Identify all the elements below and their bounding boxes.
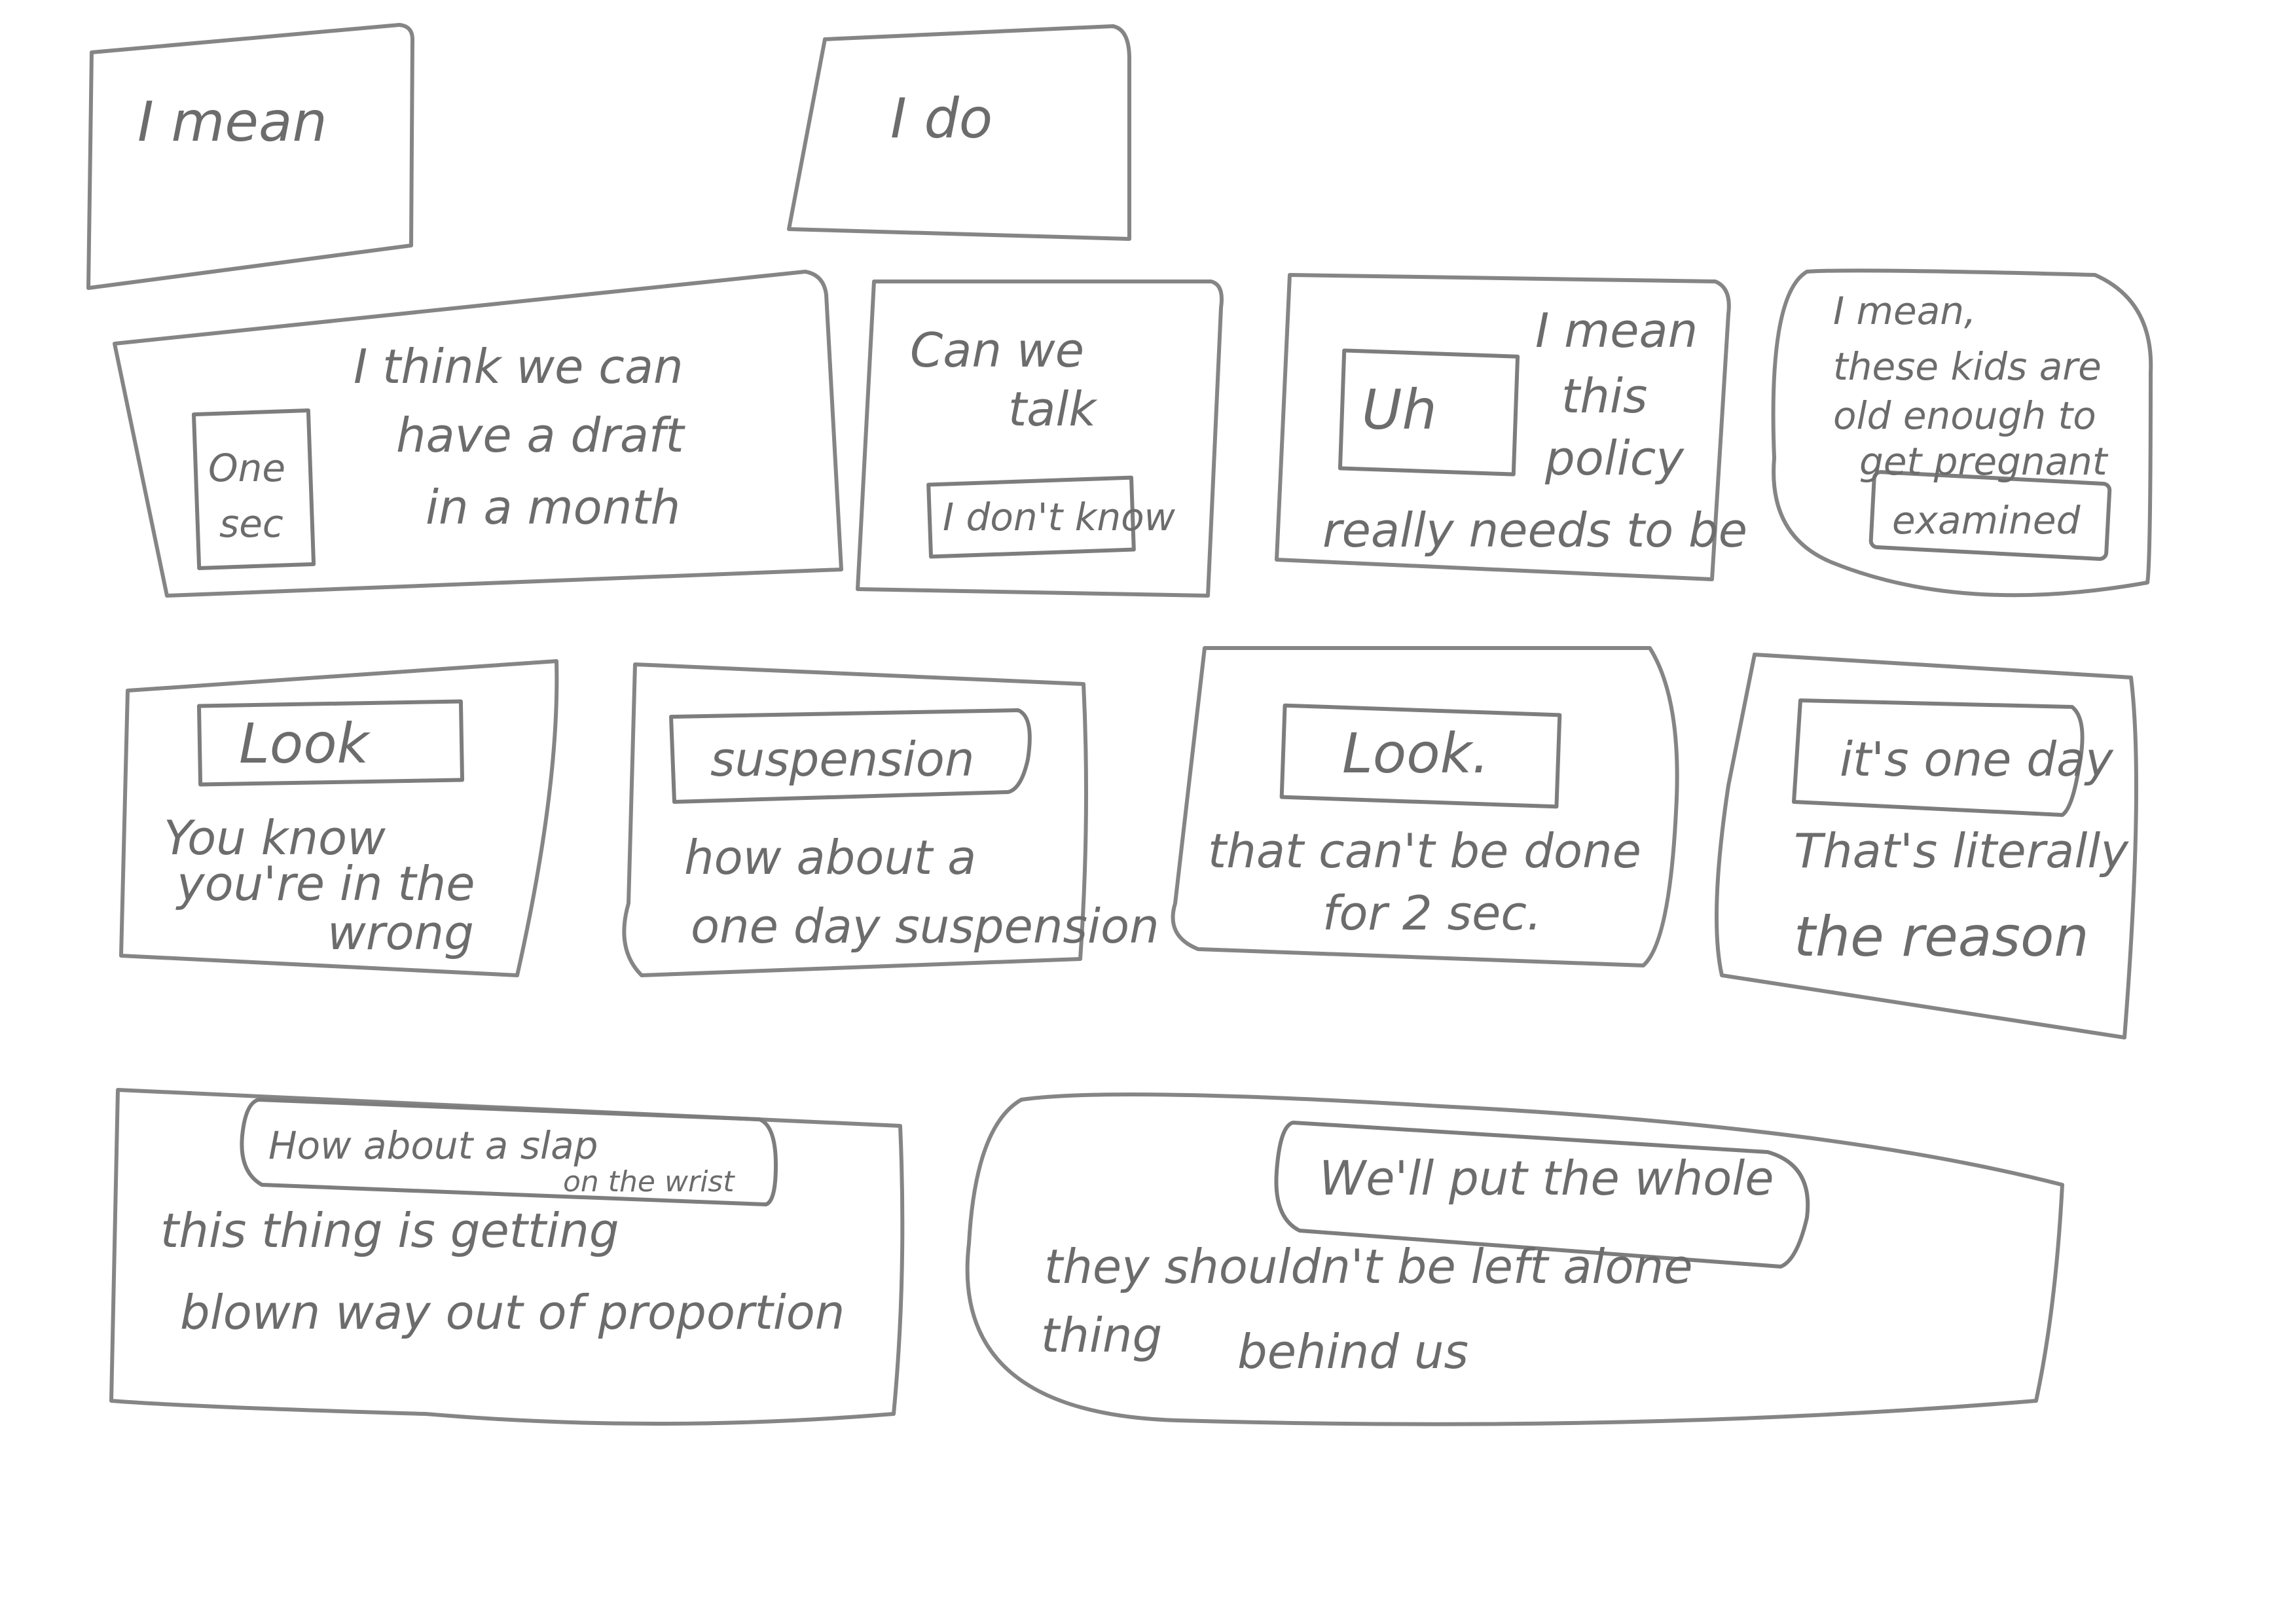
panel-11-line-2: blown way out of proportion bbox=[180, 1285, 845, 1340]
panel-6-line-2: these kids are bbox=[1833, 344, 2102, 389]
panel-11-inset-1: How about a slap bbox=[268, 1123, 598, 1168]
panel-1-line-1: I mean bbox=[137, 90, 327, 154]
panel-4-line-1: Can we bbox=[910, 323, 1084, 378]
panel-2-line-1: I do bbox=[890, 86, 993, 151]
panel-7-line-2: you're in the bbox=[175, 856, 475, 911]
panel-7-inset-1: Look bbox=[239, 712, 371, 776]
panel-5-line-4: really needs to be bbox=[1322, 503, 1747, 558]
panel-12-line-3: behind us bbox=[1237, 1324, 1468, 1379]
panel-9-line-2: for 2 sec. bbox=[1322, 886, 1542, 941]
panel-6: examined I mean, these kids are old enou… bbox=[1771, 268, 2153, 598]
panel-9-inset-1: Look. bbox=[1342, 721, 1489, 785]
panel-6-line-1: I mean, bbox=[1833, 289, 1976, 333]
panel-11-inset-2: on the wrist bbox=[563, 1165, 735, 1199]
panel-12-line-2: thing bbox=[1041, 1308, 1162, 1363]
panel-5-line-1: I mean bbox=[1535, 303, 1698, 358]
panel-3-inset-1: One bbox=[208, 446, 285, 490]
panel-9-line-1: that can't be done bbox=[1208, 823, 1641, 878]
storyboard-sketch: I mean I do One sec I think we can have … bbox=[86, 23, 2153, 1426]
panel-11-line-1: this thing is getting bbox=[160, 1203, 619, 1258]
panel-7-line-3: wrong bbox=[327, 905, 474, 960]
panel-3-line-1: I think we can bbox=[354, 339, 683, 394]
panel-10-line-2: the reason bbox=[1794, 905, 2089, 969]
panel-3: One sec I think we can have a draft in a… bbox=[113, 270, 843, 598]
panel-5: Uh I mean this policy really needs to be bbox=[1275, 273, 1747, 581]
panel-5-line-2: this bbox=[1561, 369, 1647, 424]
panel-11: How about a slap on the wrist this thing… bbox=[109, 1088, 905, 1426]
panel-8: suspension how about a one day suspensio… bbox=[622, 662, 1159, 977]
panel-4-line-2: talk bbox=[1008, 382, 1098, 437]
panel-1: I mean bbox=[86, 23, 414, 290]
panel-8-line-1: how about a bbox=[684, 830, 976, 885]
panel-2: I do bbox=[787, 24, 1131, 241]
panel-3-line-3: in a month bbox=[426, 480, 680, 535]
panel-10: it's one day That's literally the reason bbox=[1715, 653, 2138, 1039]
panel-5-inset-1: Uh bbox=[1362, 378, 1437, 442]
panel-8-line-2: one day suspension bbox=[691, 899, 1159, 954]
panel-12-line-1: they shouldn't be left alone bbox=[1044, 1239, 1693, 1294]
panel-8-inset-1: suspension bbox=[710, 732, 975, 787]
panel-4: I don't know Can we talk bbox=[856, 280, 1224, 598]
panel-5-line-3: policy bbox=[1544, 431, 1685, 486]
panel-7: Look You know you're in the wrong bbox=[119, 659, 559, 977]
panel-6-line-4: get pregnant bbox=[1859, 439, 2109, 484]
panel-12-inset-1: We'll put the whole bbox=[1319, 1151, 1774, 1206]
panel-9: Look. that can't be done for 2 sec. bbox=[1171, 646, 1679, 967]
panel-3-line-2: have a draft bbox=[396, 408, 685, 463]
panel-10-line-1: That's literally bbox=[1794, 823, 2129, 878]
panel-6-inset-1: examined bbox=[1892, 498, 2081, 543]
panel-6-line-3: old enough to bbox=[1833, 393, 2096, 438]
panel-12: We'll put the whole they shouldn't be le… bbox=[965, 1092, 2064, 1426]
panel-3-inset-2: sec bbox=[219, 501, 283, 546]
panel-10-inset-1: it's one day bbox=[1840, 732, 2114, 787]
panel-4-inset-1: I don't know bbox=[943, 495, 1176, 539]
